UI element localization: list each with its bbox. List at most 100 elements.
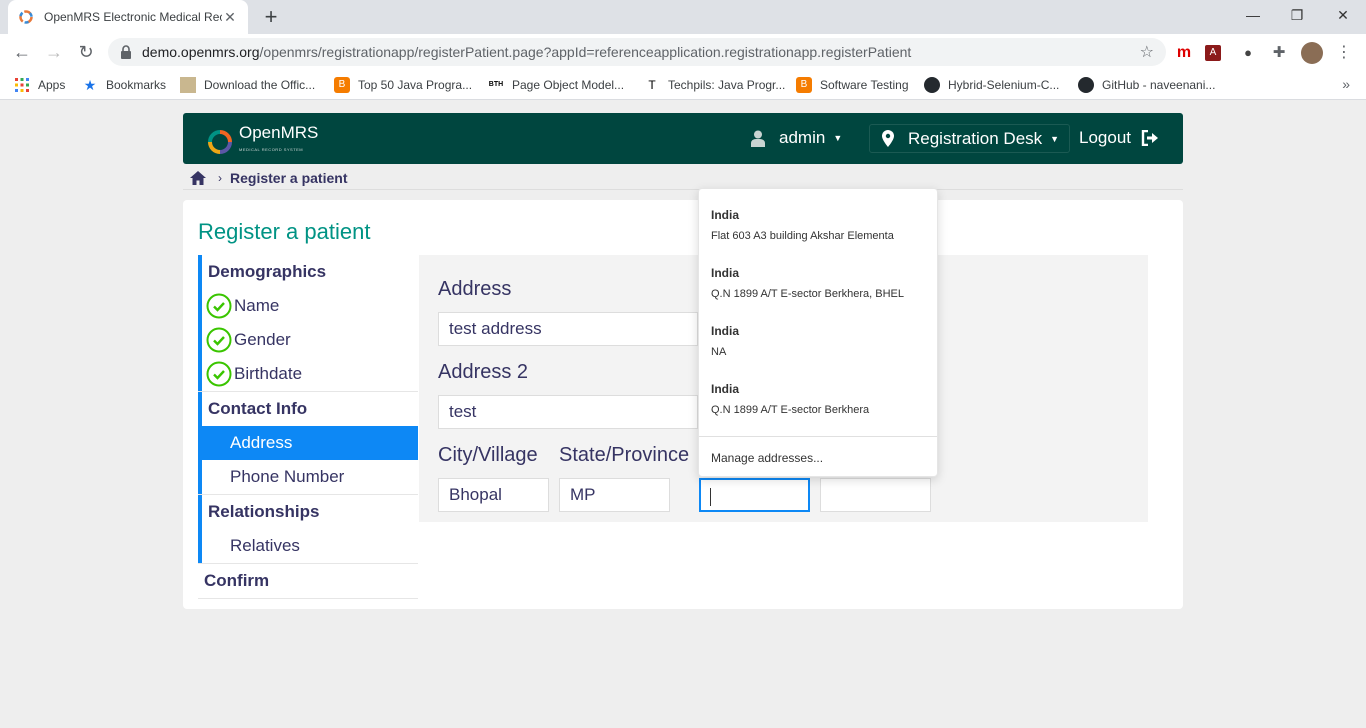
address2-field[interactable]: test [438, 395, 698, 429]
address-autocomplete-dropdown: India Flat 603 A3 building Akshar Elemen… [698, 188, 938, 477]
option-address: Flat 603 A3 building Akshar Elementa [711, 230, 894, 242]
autocomplete-option[interactable]: India Q.N 1899 A/T E-sector Berkhera, BH… [711, 266, 904, 300]
check-circle-icon [206, 293, 232, 319]
bookmark-label: Hybrid-Selenium-C... [948, 78, 1060, 92]
state-label: State/Province [559, 444, 690, 466]
openmrs-logo-icon [208, 129, 232, 154]
techpils-icon: T [648, 78, 656, 92]
bookmark-label: GitHub - naveenani... [1102, 78, 1216, 92]
app-header: OpenMRS MEDICAL RECORD SYSTEM admin ▼ Re… [183, 113, 1183, 164]
github-icon [1078, 77, 1094, 93]
restore-icon[interactable]: ❐ [1274, 0, 1320, 30]
nav-item-phone-number[interactable]: Phone Number [202, 460, 418, 494]
reload-icon[interactable]: ↻ [74, 40, 98, 64]
nav-item-birthdate[interactable]: Birthdate [202, 357, 418, 391]
extension-globe-icon[interactable]: ● [1237, 42, 1259, 64]
browser-toolbar: ← → ↻ demo.openmrs.org/openmrs/registrat… [0, 34, 1366, 70]
logout-link[interactable]: Logout [1079, 128, 1159, 148]
logout-label: Logout [1079, 128, 1131, 147]
bookmark-label: Top 50 Java Progra... [358, 78, 473, 92]
bookmarks-overflow-icon[interactable]: » [1342, 76, 1350, 92]
bookmark-label: Page Object Model... [512, 78, 625, 92]
section-heading[interactable]: Contact Info [202, 392, 418, 426]
bth-icon: BTH [488, 81, 504, 88]
blogger-icon: B [334, 77, 350, 93]
url-text: demo.openmrs.org/openmrs/registrationapp… [142, 44, 912, 60]
bookmarks-bar: Apps ★ Bookmarks Download the Offic... B… [0, 70, 1366, 100]
openmrs-logo[interactable]: OpenMRS MEDICAL RECORD SYSTEM [207, 123, 319, 158]
manage-addresses-link[interactable]: Manage addresses... [711, 451, 823, 465]
postal-code-field[interactable] [820, 478, 931, 512]
breadcrumb-chevron-icon: › [218, 170, 222, 185]
page-title: Register a patient [198, 219, 371, 244]
address-bar[interactable]: demo.openmrs.org/openmrs/registrationapp… [108, 38, 1166, 66]
browser-menu-icon[interactable]: ⋮ [1333, 42, 1355, 64]
autocomplete-option[interactable]: India NA [711, 324, 739, 358]
nav-item-label: Birthdate [234, 364, 303, 383]
bookmark-hybrid-selenium[interactable]: Hybrid-Selenium-C... [924, 76, 1059, 94]
section-heading-confirm[interactable]: Confirm [198, 564, 418, 598]
nav-item-gender[interactable]: Gender [202, 323, 418, 357]
minimize-icon[interactable]: — [1230, 0, 1276, 30]
location-label: Registration Desk [908, 128, 1043, 148]
bookmark-page-object-model[interactable]: BTH Page Object Model... [488, 76, 624, 94]
section-heading[interactable]: Relationships [202, 495, 418, 529]
window-close-icon[interactable]: ✕ [1320, 0, 1366, 30]
bookmark-software-testing[interactable]: B Software Testing [796, 76, 909, 94]
github-icon [924, 77, 940, 93]
state-field[interactable]: MP [559, 478, 670, 512]
extensions-puzzle-icon[interactable]: ✚ [1268, 42, 1290, 64]
bookmark-label: Download the Offic... [204, 78, 316, 92]
autocomplete-option[interactable]: India Flat 603 A3 building Akshar Elemen… [711, 208, 894, 242]
nav-item-name[interactable]: Name [202, 289, 418, 323]
section-contact-info: Contact Info Address Phone Number [198, 392, 418, 494]
forward-icon[interactable]: → [42, 40, 66, 64]
browser-tabstrip: OpenMRS Electronic Medical Rec ✕ + — ❐ ✕ [0, 0, 1366, 34]
option-country: India [711, 266, 740, 280]
logo-text: OpenMRS [239, 123, 319, 142]
bookmark-label: Techpils: Java Progr... [668, 78, 786, 92]
chevron-down-icon: ▼ [1050, 133, 1060, 144]
bookmark-github-naveenani[interactable]: GitHub - naveenani... [1078, 76, 1215, 94]
address-label: Address [438, 278, 512, 300]
username: admin [779, 128, 826, 147]
autocomplete-option[interactable]: India Q.N 1899 A/T E-sector Berkhera [711, 382, 869, 416]
tab-close-icon[interactable]: ✕ [222, 9, 238, 26]
bookmark-label: Apps [38, 78, 66, 92]
pdf-extension-icon[interactable]: A [1205, 45, 1221, 61]
nav-item-relatives[interactable]: Relatives [202, 529, 418, 563]
section-demographics: Demographics Name Gender Birthdate [198, 255, 418, 391]
section-heading[interactable]: Demographics [202, 255, 418, 289]
bookmark-label: Software Testing [820, 78, 909, 92]
option-country: India [711, 324, 740, 338]
option-country: India [711, 382, 740, 396]
city-field[interactable]: Bhopal [438, 478, 549, 512]
register-card: Register a patient Demographics Name Gen… [183, 200, 1183, 609]
section-relationships: Relationships Relatives [198, 495, 418, 563]
bookmark-top50-java[interactable]: B Top 50 Java Progra... [334, 76, 472, 94]
address-field[interactable]: test address [438, 312, 698, 346]
bookmark-bookmarks[interactable]: ★ Bookmarks [82, 76, 166, 94]
back-icon[interactable]: ← [10, 40, 34, 64]
extension-m-icon[interactable]: m [1173, 42, 1195, 64]
bookmark-star-icon[interactable]: ☆ [1140, 42, 1154, 62]
sign-out-icon [1141, 130, 1158, 146]
logo-subtitle: MEDICAL RECORD SYSTEM [239, 147, 304, 152]
divider [198, 598, 418, 599]
lock-icon [121, 45, 131, 59]
bookmark-techpils[interactable]: T Techpils: Java Progr... [644, 76, 785, 94]
breadcrumb: › Register a patient [183, 166, 1183, 190]
profile-avatar[interactable] [1301, 42, 1323, 64]
home-icon[interactable] [190, 170, 206, 185]
user-menu[interactable]: admin ▼ [751, 128, 842, 148]
location-selector[interactable]: Registration Desk ▼ [869, 124, 1071, 153]
user-icon [751, 130, 765, 147]
browser-tab[interactable]: OpenMRS Electronic Medical Rec ✕ [8, 0, 248, 34]
bookmark-download-office[interactable]: Download the Offic... [180, 76, 315, 94]
bookmark-apps[interactable]: Apps [14, 76, 65, 94]
country-field[interactable] [699, 478, 810, 512]
nav-item-address[interactable]: Address [202, 426, 418, 460]
form-navigation: Demographics Name Gender Birthdate Conta… [198, 255, 418, 599]
new-tab-icon[interactable]: + [258, 4, 284, 30]
map-marker-icon [882, 130, 894, 147]
